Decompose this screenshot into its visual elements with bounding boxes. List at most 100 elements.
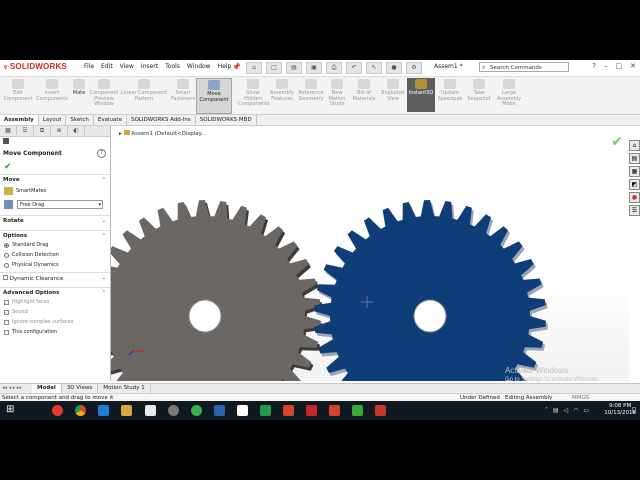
app-icon[interactable] <box>168 405 179 416</box>
option-standard-drag[interactable]: Standard Drag <box>4 242 48 248</box>
ribbon-reference-geometry[interactable]: Reference Geometry <box>297 78 325 112</box>
ribbon-mate[interactable]: Mate <box>70 78 88 112</box>
wifi-icon[interactable]: ◠ <box>573 407 578 414</box>
options-header[interactable]: Options <box>0 231 110 241</box>
menu-window[interactable]: Window <box>187 63 211 70</box>
pin-icon[interactable]: 📌 <box>232 63 241 71</box>
bottom-tab-motion-study-1[interactable]: Motion Study 1 <box>98 384 151 393</box>
ribbon-bill-of-materials[interactable]: Bill of Materials <box>350 78 378 112</box>
search-commands-input[interactable]: ⌕ Search Commands <box>479 62 569 72</box>
ok-check-icon[interactable]: ✔ <box>4 162 12 172</box>
dynamic-clearance-row[interactable]: Dynamic Clearance <box>0 273 110 284</box>
option-collision-detection[interactable]: Collision Detection <box>4 252 59 258</box>
ribbon-move-component[interactable]: Move Component <box>196 78 232 114</box>
chevron-up-icon[interactable]: ˄ <box>545 407 548 414</box>
close-icon[interactable]: ✕ <box>630 62 636 70</box>
keyboard-icon[interactable]: ▭ <box>584 407 590 414</box>
home-icon[interactable]: ⌂ <box>246 62 262 74</box>
tab-layout[interactable]: Layout <box>39 115 67 125</box>
chevron-up-icon[interactable]: ⌃ <box>102 177 106 183</box>
notifications-icon[interactable]: ▯ <box>632 405 640 416</box>
graphics-area[interactable]: ▸ Assem1 (Default<Display... ⌕ ⌕ ↺ ◫ ◩ ◼… <box>111 126 629 381</box>
windows-start-icon[interactable]: ⊞ <box>6 405 14 415</box>
advanced-options-header[interactable]: Advanced Options <box>0 288 110 298</box>
store-icon[interactable] <box>145 405 156 416</box>
help-icon[interactable]: ? <box>97 149 106 158</box>
select-icon[interactable]: ↖ <box>366 62 382 74</box>
file-explorer-icon[interactable] <box>121 405 132 416</box>
view-palette-icon[interactable]: ◩ <box>629 179 640 190</box>
chrome-icon[interactable] <box>75 405 86 416</box>
save-icon[interactable]: ▣ <box>306 62 322 74</box>
chevron-down-icon[interactable]: ⌄ <box>102 218 106 224</box>
smartmates-row[interactable]: SmartMates <box>4 187 46 195</box>
open-icon[interactable]: ▤ <box>286 62 302 74</box>
volume-icon[interactable]: ◁ <box>564 407 569 414</box>
app-green2-icon[interactable] <box>260 405 271 416</box>
this-configuration-option[interactable]: This configuration <box>4 329 57 335</box>
menu-tools[interactable]: Tools <box>165 63 180 70</box>
resources-icon[interactable]: ⌂ <box>629 140 640 151</box>
ribbon-large-assembly-mode[interactable]: Large Assembly Mode <box>494 78 524 112</box>
camtasia-icon[interactable] <box>352 405 363 416</box>
ribbon-update-speedpak[interactable]: Update Speedpak <box>436 78 464 112</box>
ribbon-new-motion-study[interactable]: New Motion Study <box>326 78 348 112</box>
help-icon[interactable]: ? <box>592 62 596 70</box>
collapse-icon[interactable] <box>3 138 9 144</box>
feature-tree-tab-icon[interactable]: ▦ <box>0 126 17 135</box>
terminal-icon[interactable] <box>237 405 248 416</box>
undo-icon[interactable]: ↶ <box>346 62 362 74</box>
ribbon-take-snapshot[interactable]: Take Snapshot <box>466 78 492 112</box>
solidworks-logo[interactable]: ⲋ SOLIDWORKS <box>4 62 67 72</box>
menu-edit[interactable]: Edit <box>101 63 113 70</box>
menu-view[interactable]: View <box>120 63 134 70</box>
ribbon-show-hidden-components[interactable]: Show Hidden Components <box>238 78 270 112</box>
menu-help[interactable]: Help <box>218 63 232 70</box>
word-icon[interactable] <box>214 405 225 416</box>
tab-assembly[interactable]: Assembly <box>0 115 39 125</box>
maximize-icon[interactable]: □ <box>616 62 623 70</box>
ribbon-linear-component-pattern[interactable]: Linear Component Pattern <box>120 78 168 112</box>
display-manager-tab-icon[interactable]: ◐ <box>68 126 85 135</box>
app-red-icon[interactable] <box>329 405 340 416</box>
ribbon-edit-component[interactable]: Edit Component <box>2 78 34 112</box>
ignore-complex-surfaces-option[interactable]: Ignore complex surfaces <box>4 319 73 325</box>
print-icon[interactable]: ⎙ <box>326 62 342 74</box>
network-icon[interactable]: ▤ <box>553 407 559 414</box>
rebuild-icon[interactable]: ● <box>386 62 402 74</box>
opera-icon[interactable] <box>52 405 63 416</box>
edge-icon[interactable] <box>98 405 109 416</box>
app-green-icon[interactable] <box>191 405 202 416</box>
menu-file[interactable]: File <box>84 63 94 70</box>
custom-properties-icon[interactable]: ☰ <box>629 205 640 216</box>
menu-insert[interactable]: Insert <box>141 63 158 70</box>
property-manager-tab-icon[interactable]: ☰ <box>17 126 34 135</box>
appearances-icon[interactable]: ● <box>629 192 640 203</box>
left-gear[interactable] <box>111 200 323 381</box>
ribbon-component-preview-window[interactable]: Component Preview Window <box>89 78 119 112</box>
tab-evaluate[interactable]: Evaluate <box>94 115 127 125</box>
tab-solidworks-mbd[interactable]: SOLIDWORKS MBD <box>196 115 257 125</box>
ribbon-assembly-features[interactable]: Assembly Features <box>268 78 296 112</box>
chevron-down-icon[interactable]: ⌄ <box>102 275 106 281</box>
dimxpert-tab-icon[interactable]: ⊕ <box>51 126 68 135</box>
design-library-icon[interactable]: ▤ <box>629 153 640 164</box>
move-header[interactable]: Move <box>0 175 110 185</box>
right-gear[interactable] <box>314 200 548 381</box>
move-mode-select[interactable]: Free Drag ▾ <box>17 200 103 209</box>
tab-solidworks-add-ins[interactable]: SOLIDWORKS Add-Ins <box>127 115 196 125</box>
chevron-up-icon[interactable]: ⌃ <box>102 290 106 296</box>
ribbon-instant3d[interactable]: Instant3D <box>407 78 435 112</box>
solidworks-taskbar-icon[interactable] <box>306 405 317 416</box>
ok-check-icon[interactable]: ✔ <box>611 134 623 150</box>
ribbon-exploded-view[interactable]: Exploded View <box>380 78 406 112</box>
config-manager-tab-icon[interactable]: ⧉ <box>34 126 51 135</box>
tab-sketch[interactable]: Sketch <box>66 115 94 125</box>
minimize-icon[interactable]: – <box>604 62 608 70</box>
highlight-faces-option[interactable]: ✓ Highlight faces <box>4 299 49 305</box>
options-icon[interactable]: ⚙ <box>406 62 422 74</box>
sound-option[interactable]: ✓ Sound <box>4 309 28 315</box>
ribbon-smart-fasteners[interactable]: Smart Fasteners <box>171 78 195 112</box>
option-physical-dynamics[interactable]: Physical Dynamics <box>4 262 59 268</box>
ribbon-insert-components[interactable]: Insert Components <box>36 78 68 112</box>
